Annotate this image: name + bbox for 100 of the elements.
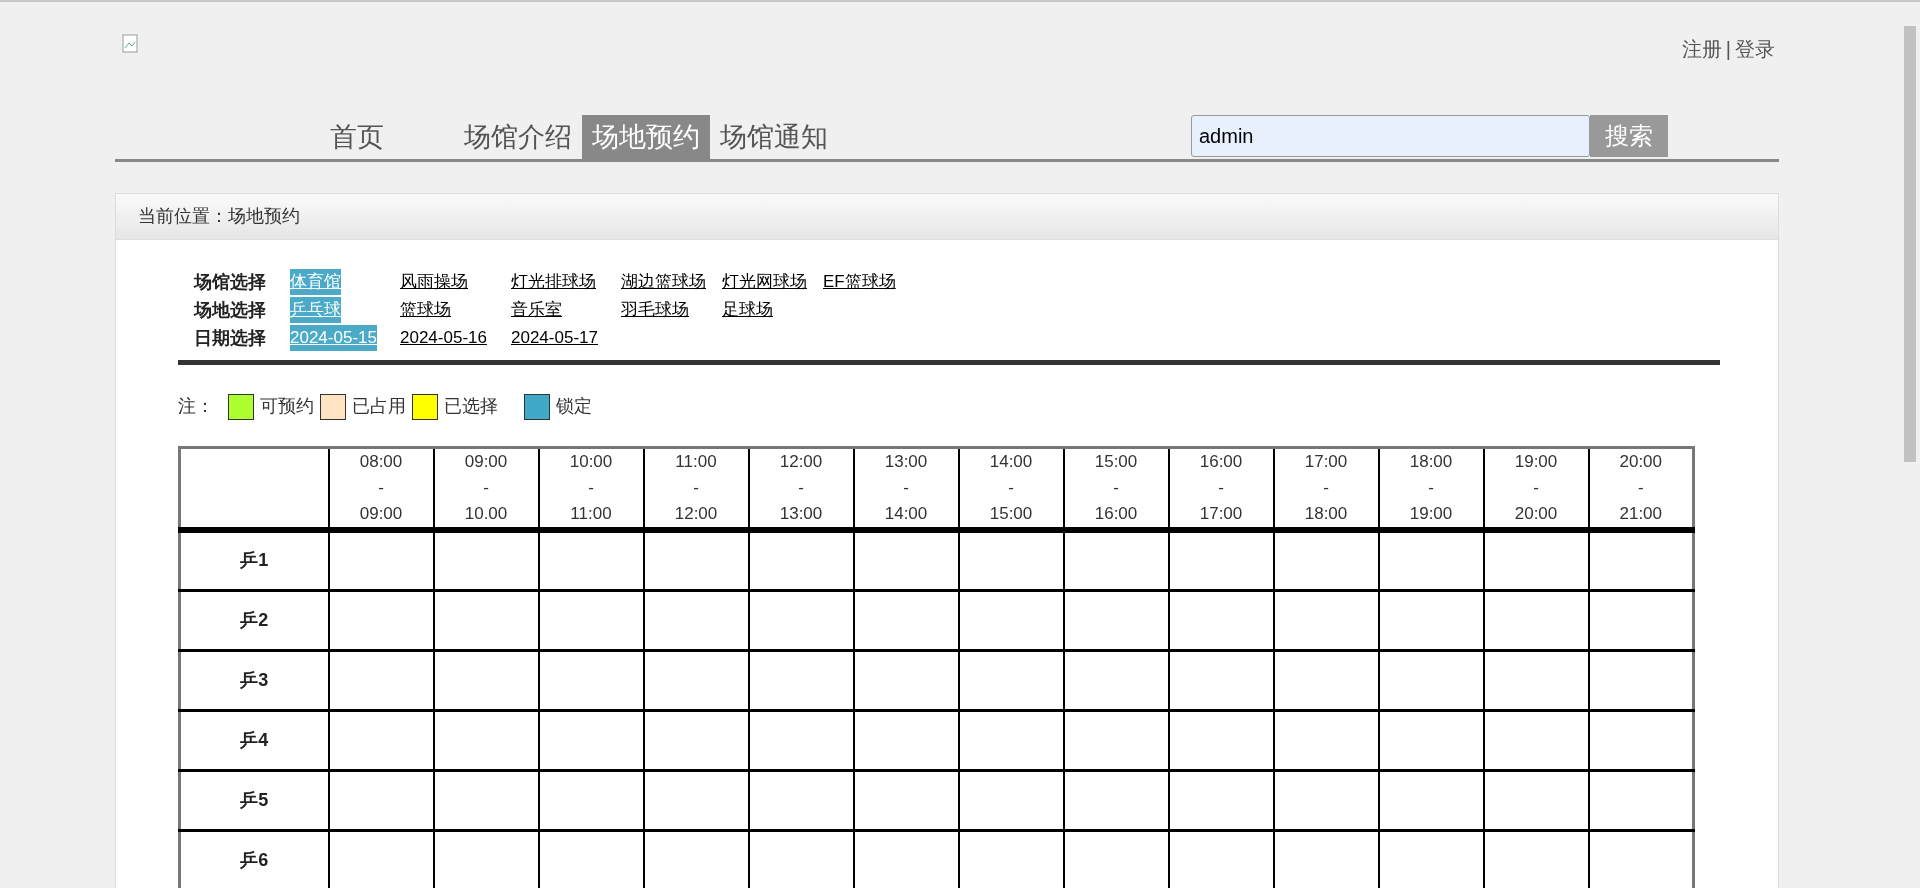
slot-cell[interactable] (1168, 590, 1274, 650)
slot-cell[interactable] (1588, 530, 1694, 590)
slot-cell[interactable] (1273, 530, 1379, 590)
slot-cell[interactable] (433, 590, 539, 650)
slot-cell[interactable] (538, 590, 644, 650)
slot-cell[interactable] (1588, 710, 1694, 770)
slot-cell[interactable] (1378, 590, 1484, 650)
filter-option[interactable]: 2024-05-16 (400, 325, 487, 351)
slot-cell[interactable] (328, 770, 434, 830)
slot-cell[interactable] (1483, 650, 1589, 710)
slot-cell[interactable] (328, 830, 434, 888)
slot-cell[interactable] (1063, 830, 1169, 888)
slot-cell[interactable] (958, 710, 1064, 770)
filter-option[interactable]: 篮球场 (400, 297, 451, 323)
slot-cell[interactable] (748, 650, 854, 710)
slot-cell[interactable] (1168, 650, 1274, 710)
filter-option[interactable]: 湖边篮球场 (621, 269, 706, 295)
slot-cell[interactable] (643, 530, 749, 590)
slot-cell[interactable] (538, 650, 644, 710)
slot-cell[interactable] (1273, 830, 1379, 888)
slot-cell[interactable] (1168, 710, 1274, 770)
slot-cell[interactable] (1378, 530, 1484, 590)
slot-cell[interactable] (1378, 830, 1484, 888)
slot-cell[interactable] (748, 530, 854, 590)
slot-cell[interactable] (538, 530, 644, 590)
slot-cell[interactable] (853, 590, 959, 650)
filter-option[interactable]: 音乐室 (511, 297, 562, 323)
slot-cell[interactable] (1168, 830, 1274, 888)
slot-cell[interactable] (1483, 830, 1589, 888)
nav-tab[interactable]: 首页 (320, 115, 394, 159)
slot-cell[interactable] (853, 530, 959, 590)
slot-cell[interactable] (538, 770, 644, 830)
slot-cell[interactable] (433, 710, 539, 770)
slot-cell[interactable] (1273, 770, 1379, 830)
slot-cell[interactable] (538, 710, 644, 770)
slot-cell[interactable] (853, 830, 959, 888)
scrollbar-thumb[interactable] (1904, 26, 1916, 462)
nav-tab[interactable]: 场馆介绍 (454, 115, 582, 159)
slot-cell[interactable] (748, 830, 854, 888)
filter-option[interactable]: 风雨操场 (400, 269, 468, 295)
slot-cell[interactable] (433, 650, 539, 710)
nav-tab[interactable]: 场馆通知 (710, 115, 838, 159)
slot-cell[interactable] (1063, 770, 1169, 830)
row-header: 乒3 (179, 650, 329, 710)
slot-cell[interactable] (1273, 650, 1379, 710)
slot-cell[interactable] (958, 590, 1064, 650)
filter-option[interactable]: 灯光排球场 (511, 269, 596, 295)
slot-cell[interactable] (748, 710, 854, 770)
slot-cell[interactable] (1273, 590, 1379, 650)
slot-cell[interactable] (328, 590, 434, 650)
slot-cell[interactable] (1168, 530, 1274, 590)
slot-cell[interactable] (433, 830, 539, 888)
slot-cell[interactable] (1588, 590, 1694, 650)
slot-cell[interactable] (1483, 530, 1589, 590)
slot-cell[interactable] (1588, 830, 1694, 888)
filter-option[interactable]: 羽毛球场 (621, 297, 689, 323)
slot-cell[interactable] (643, 830, 749, 888)
slot-cell[interactable] (1063, 590, 1169, 650)
slot-cell[interactable] (958, 830, 1064, 888)
row-header: 乒5 (179, 770, 329, 830)
slot-cell[interactable] (958, 530, 1064, 590)
slot-cell[interactable] (1378, 710, 1484, 770)
slot-cell[interactable] (328, 650, 434, 710)
slot-cell[interactable] (328, 530, 434, 590)
search-field[interactable]: admin (1191, 115, 1590, 157)
slot-cell[interactable] (853, 770, 959, 830)
filter-option[interactable]: 灯光网球场 (722, 269, 807, 295)
slot-cell[interactable] (1063, 710, 1169, 770)
slot-cell[interactable] (1273, 710, 1379, 770)
register-link[interactable]: 注册 (1681, 34, 1722, 64)
slot-cell[interactable] (643, 650, 749, 710)
slot-cell[interactable] (853, 710, 959, 770)
nav-tab[interactable]: 场地预约 (582, 115, 710, 159)
slot-cell[interactable] (1588, 770, 1694, 830)
slot-cell[interactable] (748, 770, 854, 830)
slot-cell[interactable] (328, 710, 434, 770)
slot-cell[interactable] (1168, 770, 1274, 830)
slot-cell[interactable] (1378, 770, 1484, 830)
slot-cell[interactable] (433, 530, 539, 590)
slot-cell[interactable] (1063, 650, 1169, 710)
filter-option[interactable]: 2024-05-17 (511, 325, 598, 351)
filter-option[interactable]: 足球场 (722, 297, 773, 323)
slot-cell[interactable] (1588, 650, 1694, 710)
slot-cell[interactable] (643, 770, 749, 830)
slot-cell[interactable] (853, 650, 959, 710)
slot-cell[interactable] (748, 590, 854, 650)
slot-cell[interactable] (1483, 710, 1589, 770)
slot-cell[interactable] (643, 590, 749, 650)
slot-cell[interactable] (958, 650, 1064, 710)
login-link[interactable]: 登录 (1735, 34, 1775, 64)
slot-cell[interactable] (1483, 770, 1589, 830)
slot-cell[interactable] (1483, 590, 1589, 650)
slot-cell[interactable] (433, 770, 539, 830)
separator: | (1725, 37, 1731, 62)
slot-cell[interactable] (538, 830, 644, 888)
slot-cell[interactable] (958, 770, 1064, 830)
filter-option[interactable]: EF篮球场 (823, 269, 896, 295)
slot-cell[interactable] (1378, 650, 1484, 710)
slot-cell[interactable] (643, 710, 749, 770)
slot-cell[interactable] (1063, 530, 1169, 590)
